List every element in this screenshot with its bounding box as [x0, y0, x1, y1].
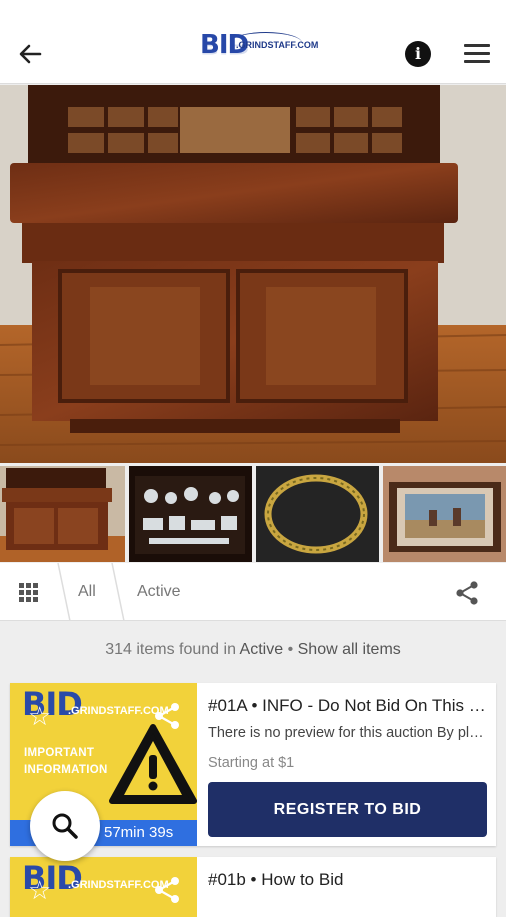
site-logo[interactable]: BID BID .GRINDSTAFF.COM — [200, 30, 318, 72]
share-icon[interactable] — [454, 580, 480, 606]
logo-domain-text: .GRINDSTAFF.COM — [236, 40, 319, 50]
results-summary: 314 items found in Active • Show all ite… — [0, 641, 506, 659]
hamburger-menu-icon[interactable] — [464, 44, 490, 64]
thumbnail-cabinet[interactable] — [0, 466, 125, 562]
divider — [57, 563, 71, 621]
thumbnail-china-cabinet[interactable] — [129, 466, 252, 562]
warning-icon — [109, 724, 197, 804]
star-icon: ☆ — [28, 701, 52, 731]
info-icon[interactable]: i — [405, 41, 431, 67]
results-filter: Active — [239, 641, 284, 658]
filter-bar: All Active — [0, 563, 506, 621]
register-to-bid-button[interactable]: REGISTER TO BID — [208, 782, 487, 837]
tab-active[interactable]: Active — [137, 583, 181, 601]
image-information-line: INFORMATION — [24, 764, 108, 776]
back-button[interactable] — [14, 38, 46, 70]
star-icon: ☆ — [28, 875, 52, 905]
timer-text: 57min 39s — [104, 824, 174, 841]
search-icon — [52, 813, 78, 839]
image-important-line: IMPORTANT — [24, 747, 95, 759]
lot-image[interactable]: BID ☆ .GRINDSTAFF.COM — [10, 857, 197, 917]
results-count: 314 items found in — [105, 641, 236, 658]
tab-all[interactable]: All — [78, 583, 96, 601]
thumbnail-necklace[interactable] — [256, 466, 379, 562]
thumbnail-painting[interactable] — [383, 466, 506, 562]
grid-icon[interactable] — [19, 583, 39, 603]
app-header: BID BID .GRINDSTAFF.COM i — [0, 0, 506, 84]
starting-price: Starting at $1 — [208, 755, 295, 771]
lot-description: There is no preview for this auction By … — [208, 725, 486, 741]
results-separator: • — [287, 641, 294, 658]
lot-title[interactable]: #01b • How to Bid — [208, 870, 486, 890]
lot-title[interactable]: #01A • INFO - Do Not Bid On This Item — [208, 696, 486, 716]
hero-image[interactable] — [0, 85, 506, 463]
share-icon — [155, 877, 179, 903]
divider — [111, 563, 125, 621]
show-all-items-link[interactable]: Show all items — [298, 641, 401, 658]
lot-card[interactable]: BID ☆ .GRINDSTAFF.COM #01b • How to Bid — [10, 857, 496, 917]
thumbnail-strip — [0, 466, 506, 562]
search-fab[interactable] — [30, 791, 100, 861]
arrow-left-icon — [19, 44, 42, 64]
